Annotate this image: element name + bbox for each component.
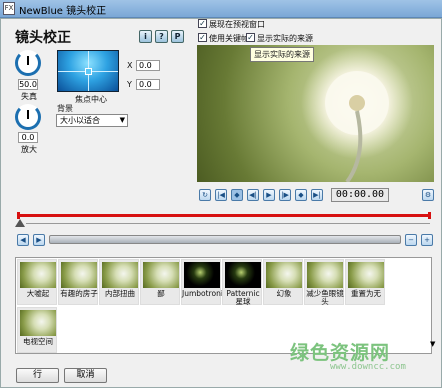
preset-thumbnail <box>348 262 384 288</box>
preset-thumbnail <box>102 262 138 288</box>
dandelion-image <box>301 47 413 182</box>
distortion-label: 失真 <box>21 92 37 101</box>
show-source-label: 显示实际的来源 <box>257 34 313 43</box>
preview-window <box>197 45 434 182</box>
preset-thumbnail <box>225 262 261 288</box>
preset-label: 幻象 <box>276 289 292 298</box>
x-field[interactable]: 0.0 <box>136 60 160 71</box>
preset-label: Patternic 星球 <box>226 289 260 306</box>
preset-item[interactable]: 减少鱼眼镜头 <box>304 259 344 306</box>
preset-item[interactable]: 鄙 <box>140 259 180 305</box>
go-end-icon[interactable]: ▶| <box>311 189 323 201</box>
page-title: 镜头校正 <box>15 30 71 46</box>
show-in-preview-label: 展现在预视窗口 <box>209 20 265 29</box>
preset-item[interactable]: 幻象 <box>263 259 303 305</box>
preset-label: 有趣的房子 <box>60 289 98 298</box>
y-field[interactable]: 0.0 <box>136 79 160 90</box>
timeline-end-marker <box>428 212 431 219</box>
scroll-right-icon[interactable]: ▶ <box>33 234 45 246</box>
step-forward-icon[interactable]: |▶ <box>279 189 291 201</box>
next-keyframe-icon[interactable]: ◆ <box>295 189 307 201</box>
settings-icon[interactable]: ⚙ <box>422 189 434 201</box>
preset-thumbnail <box>184 262 220 288</box>
preset-label: 大嘘起 <box>26 289 50 298</box>
focal-center-label: 焦点中心 <box>75 95 107 104</box>
zoom-out-icon[interactable]: − <box>405 234 417 246</box>
title-bar: FX NewBlue 镜头校正 <box>0 0 442 18</box>
go-start-icon[interactable]: |◀ <box>215 189 227 201</box>
show-in-preview-checkbox[interactable]: ✓ <box>198 19 207 28</box>
use-keyframes-checkbox[interactable]: ✓ <box>198 33 207 42</box>
preset-thumbnail <box>61 262 97 288</box>
background-selected: 大小以适合 <box>60 116 100 125</box>
use-keyframes-label: 使用关键帧 <box>209 34 249 43</box>
center-handle[interactable] <box>85 68 92 75</box>
preset-label: 内部扭曲 <box>105 289 135 298</box>
preset-label: 鄙 <box>157 289 165 298</box>
preset-label: Jumbotronic <box>182 289 228 298</box>
watermark-url: www.downcc.com <box>330 362 406 372</box>
playhead-icon[interactable] <box>15 219 25 227</box>
scroll-down-icon[interactable]: ▼ <box>430 340 439 352</box>
preset-label: 重置为无 <box>351 289 381 298</box>
x-label: X <box>127 61 133 70</box>
preset-thumbnail <box>20 262 56 288</box>
info-button[interactable]: i <box>139 30 152 43</box>
preset-item[interactable]: 电视空间 <box>17 307 57 353</box>
zoom-value[interactable]: 0.0 <box>18 132 38 143</box>
dropdown-arrow-icon: ▼ <box>119 116 125 124</box>
y-label: Y <box>127 80 132 89</box>
preset-item[interactable]: 有趣的房子 <box>58 259 98 305</box>
zoom-knob[interactable] <box>15 104 41 130</box>
tooltip: 显示实际的来源 <box>250 47 314 62</box>
preset-item[interactable]: 大嘘起 <box>17 259 57 305</box>
preset-button[interactable]: P <box>171 30 184 43</box>
show-source-checkbox[interactable]: ✓ <box>246 33 255 42</box>
zoom-label: 放大 <box>21 145 37 154</box>
loop-icon[interactable]: ↻ <box>199 189 211 201</box>
timecode-display: 00:00.00 <box>331 188 389 202</box>
preset-item[interactable]: 内部扭曲 <box>99 259 139 305</box>
preset-label: 减少鱼眼镜头 <box>306 289 344 306</box>
ok-button[interactable]: 行 <box>16 368 59 383</box>
watermark-logo: 绿色资源网 <box>290 342 391 364</box>
preset-item[interactable]: 重置为无 <box>345 259 385 305</box>
timeline-track[interactable] <box>18 214 430 217</box>
knob-needle <box>27 110 29 119</box>
preset-thumbnail <box>20 310 56 336</box>
help-button[interactable]: ? <box>155 30 168 43</box>
distortion-knob[interactable] <box>15 50 41 76</box>
knob-needle <box>27 56 29 65</box>
window-title: NewBlue 镜头校正 <box>19 6 107 17</box>
preset-item[interactable]: Patternic 星球 <box>222 259 262 306</box>
background-label: 背景 <box>57 104 73 113</box>
distortion-value[interactable]: 50.0 <box>18 79 38 90</box>
timeline-ruler <box>26 219 430 224</box>
timeline-scrollbar[interactable] <box>49 235 401 244</box>
play-icon[interactable]: ▶ <box>263 189 275 201</box>
preset-thumbnail <box>143 262 179 288</box>
preset-label: 电视空间 <box>23 337 53 346</box>
focal-center-pad[interactable] <box>57 50 119 92</box>
step-back-icon[interactable]: ◀| <box>247 189 259 201</box>
fx-app-icon: FX <box>3 2 15 15</box>
prev-keyframe-icon[interactable]: ◆ <box>231 189 243 201</box>
zoom-in-icon[interactable]: + <box>421 234 433 246</box>
scroll-left-icon[interactable]: ◀ <box>17 234 29 246</box>
cancel-button[interactable]: 取消 <box>64 368 107 383</box>
preset-thumbnail <box>307 262 343 288</box>
background-select[interactable]: 大小以适合 ▼ <box>56 114 128 127</box>
preset-thumbnail <box>266 262 302 288</box>
preset-item[interactable]: Jumbotronic <box>181 259 228 305</box>
